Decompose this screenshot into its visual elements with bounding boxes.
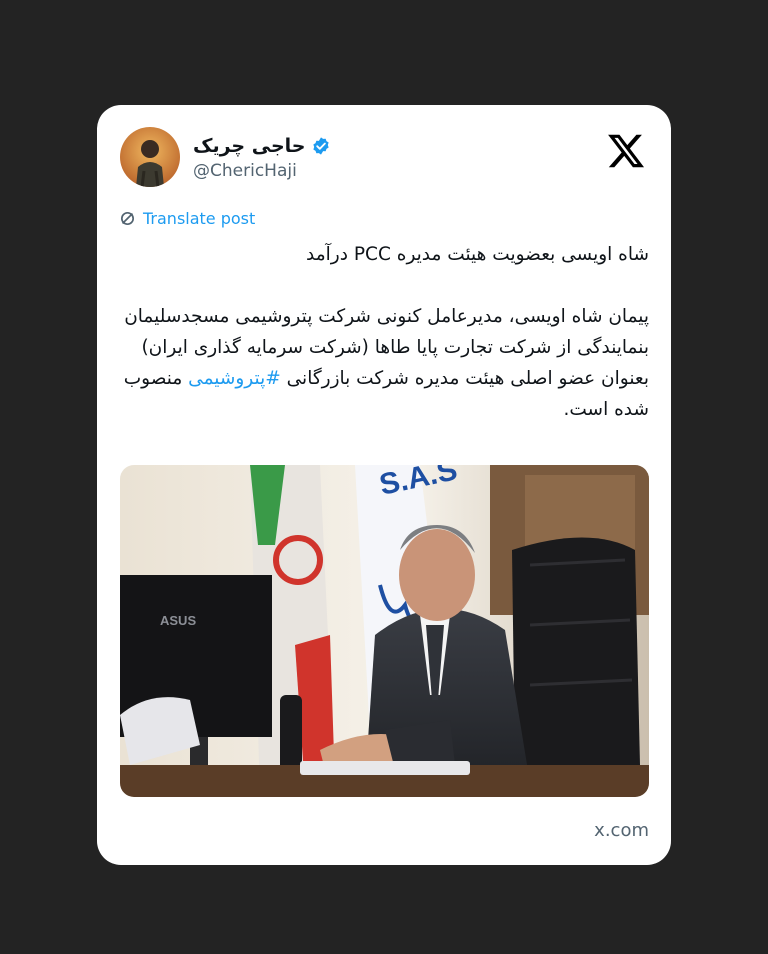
tweet-text: شاه اویسی بعضویت هیئت مدیره PCC درآمد پی…	[119, 239, 649, 425]
x-logo-icon[interactable]	[605, 131, 647, 171]
avatar[interactable]	[120, 127, 180, 187]
translate-icon	[120, 211, 135, 226]
author-row: حاجی چریک	[193, 133, 331, 159]
translate-post-link[interactable]: Translate post	[119, 209, 255, 228]
author-name[interactable]: حاجی چریک	[193, 135, 305, 157]
hashtag-link[interactable]: #پتروشیمی	[188, 368, 281, 389]
post-image[interactable]: S.A.S ASUS	[120, 465, 649, 797]
post-card: حاجی چریک @ChericHaji Translate post شاه…	[97, 105, 671, 865]
author-handle[interactable]: @ChericHaji	[193, 161, 297, 181]
tweet-headline: شاه اویسی بعضویت هیئت مدیره PCC درآمد	[306, 244, 649, 265]
monitor-brand: ASUS	[160, 613, 196, 628]
translate-label: Translate post	[143, 209, 256, 228]
verified-badge-icon	[313, 137, 330, 155]
source-domain[interactable]: x.com	[594, 820, 649, 841]
tweet-body: پیمان شاه اویسی، مدیرعامل کنونی شرکت پتر…	[119, 301, 649, 425]
